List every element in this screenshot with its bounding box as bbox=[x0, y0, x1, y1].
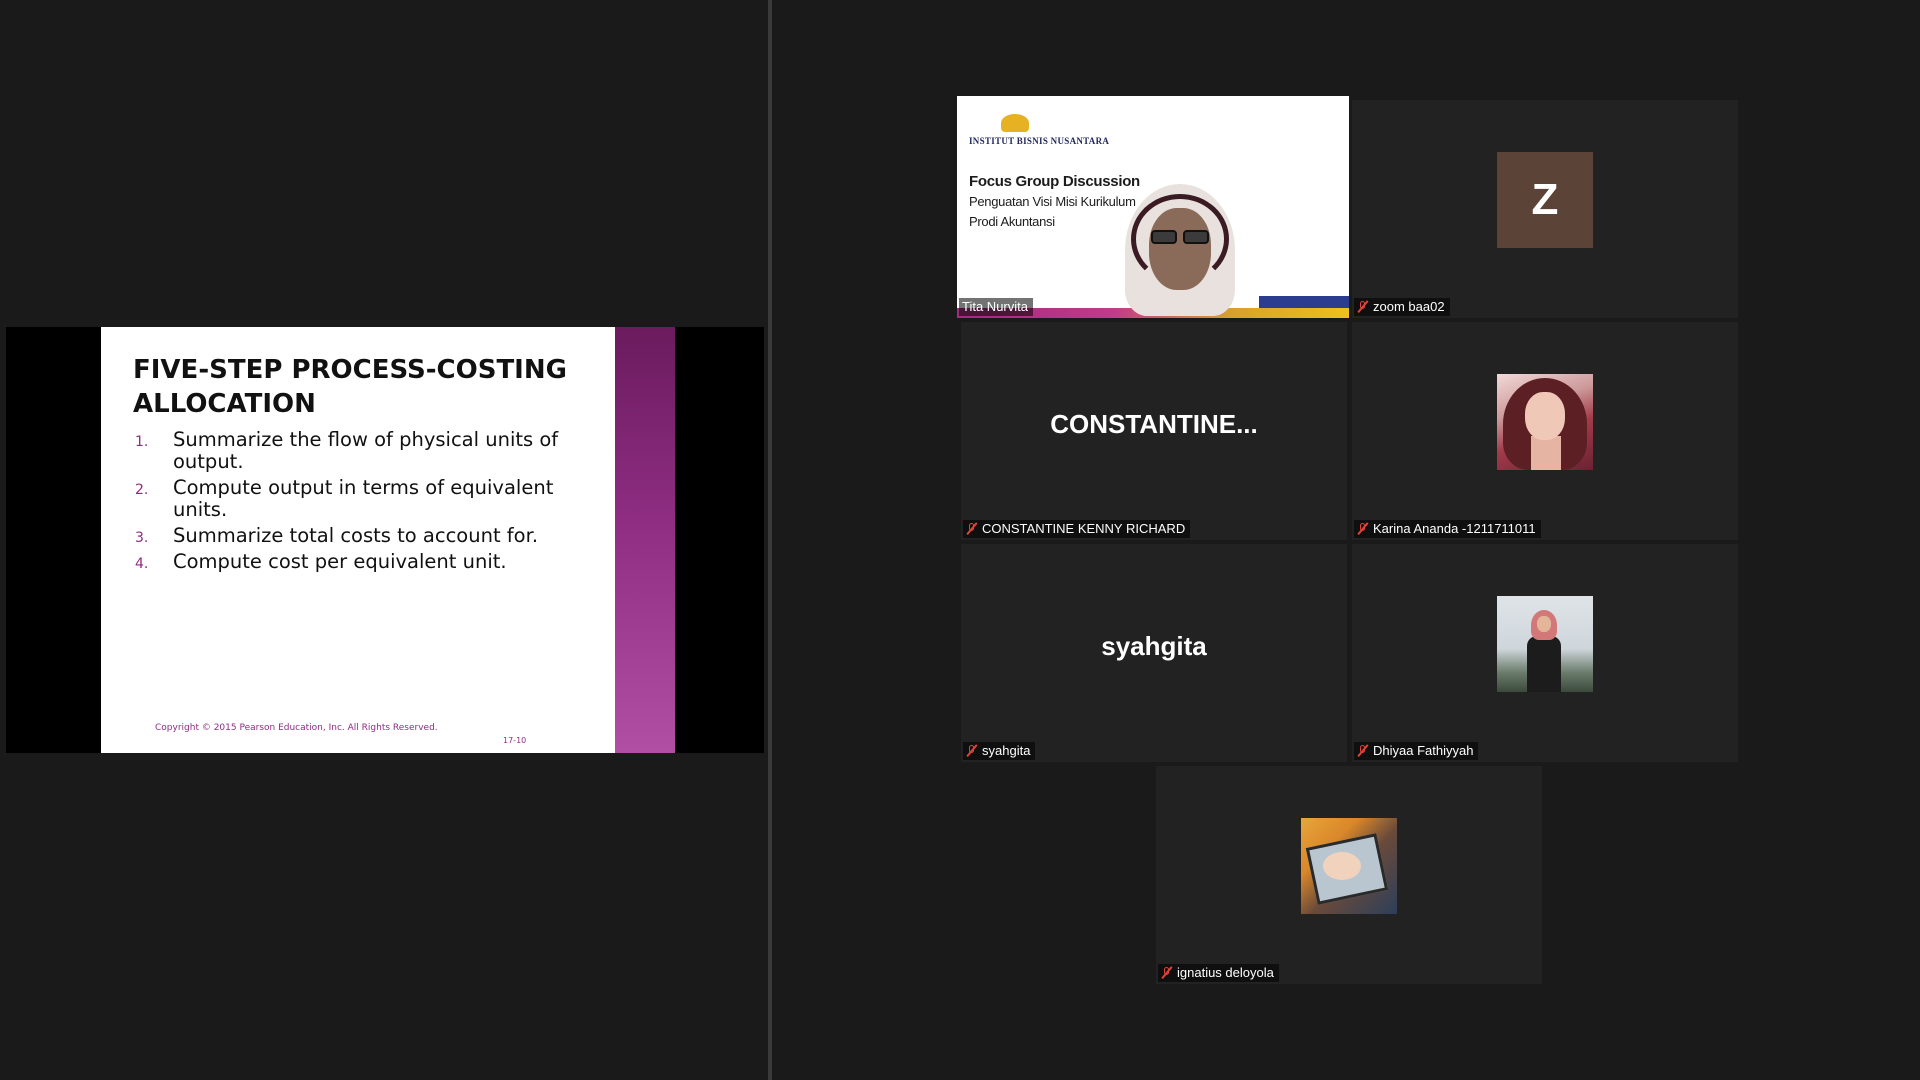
participant-name-tag: ignatius deloyola bbox=[1158, 964, 1279, 982]
slide-bullet-item: 4. Compute cost per equivalent unit. bbox=[133, 551, 563, 573]
participant-name: Dhiyaa Fathiyyah bbox=[1373, 743, 1474, 758]
participant-name: ignatius deloyola bbox=[1177, 965, 1274, 980]
participant-display-name: syahgita bbox=[1101, 631, 1207, 661]
screen-share-pane: FIVE-STEP PROCESS-COSTING ALLOCATION 1. … bbox=[0, 0, 768, 1080]
institution-logo bbox=[1001, 114, 1029, 132]
bullet-number: 2. bbox=[135, 482, 149, 498]
mic-muted-icon bbox=[966, 522, 978, 536]
bullet-text: Summarize total costs to account for. bbox=[173, 524, 539, 547]
mic-muted-icon bbox=[1357, 522, 1369, 536]
participant-tile-zoom[interactable]: Z zoom baa02 bbox=[1352, 100, 1738, 318]
avatar bbox=[1497, 374, 1593, 470]
participant-name-tag: Dhiyaa Fathiyyah bbox=[1354, 742, 1479, 760]
avatar bbox=[1497, 596, 1593, 692]
participant-tile-syahgita[interactable]: syahgita syahgita bbox=[961, 544, 1347, 762]
participant-name: Karina Ananda -1211711011 bbox=[1373, 521, 1536, 536]
slide-decorative-band bbox=[615, 327, 675, 753]
mic-muted-icon bbox=[966, 744, 978, 758]
bullet-number: 1. bbox=[135, 434, 149, 450]
participant-name-tag: syahgita bbox=[963, 742, 1036, 760]
participant-name-tag: Tita Nurvita bbox=[959, 298, 1033, 316]
bullet-text: Compute cost per equivalent unit. bbox=[173, 550, 507, 573]
participant-tile-tita[interactable]: INSTITUT BISNIS NUSANTARA Focus Group Di… bbox=[957, 96, 1349, 318]
participant-name: zoom baa02 bbox=[1373, 299, 1445, 314]
bullet-text: Summarize the flow of physical units of … bbox=[173, 428, 559, 473]
mic-muted-icon bbox=[1357, 300, 1369, 314]
participant-name-tag: zoom baa02 bbox=[1354, 298, 1450, 316]
video-institution-text: INSTITUT BISNIS NUSANTARA bbox=[969, 136, 1110, 146]
slide-bullet-item: 3. Summarize total costs to account for. bbox=[133, 525, 563, 547]
slide-bullet-item: 1. Summarize the flow of physical units … bbox=[133, 429, 563, 473]
participant-name: CONSTANTINE KENNY RICHARD bbox=[982, 521, 1186, 536]
video-subtitle-text: Penguatan Visi Misi Kurikulum bbox=[969, 194, 1136, 209]
slide-copyright: Copyright © 2015 Pearson Education, Inc.… bbox=[155, 723, 438, 733]
speaker-video-person bbox=[1125, 184, 1235, 316]
bullet-text: Compute output in terms of equivalent un… bbox=[173, 476, 554, 521]
bullet-number: 4. bbox=[135, 556, 149, 572]
participant-video: INSTITUT BISNIS NUSANTARA Focus Group Di… bbox=[957, 96, 1349, 318]
avatar bbox=[1301, 818, 1397, 914]
participant-name-tag: Karina Ananda -1211711011 bbox=[1354, 520, 1541, 538]
participant-tile-constantine[interactable]: CONSTANTINE... CONSTANTINE KENNY RICHARD bbox=[961, 322, 1347, 540]
slide-bullet-list: 1. Summarize the flow of physical units … bbox=[133, 429, 563, 577]
video-title-text: Focus Group Discussion bbox=[969, 173, 1140, 190]
shared-slide-frame: FIVE-STEP PROCESS-COSTING ALLOCATION 1. … bbox=[6, 327, 764, 753]
gallery-view: INSTITUT BISNIS NUSANTARA Focus Group Di… bbox=[772, 0, 1920, 1080]
slide-bullet-item: 2. Compute output in terms of equivalent… bbox=[133, 477, 563, 521]
mic-muted-icon bbox=[1357, 744, 1369, 758]
participant-tile-ignatius[interactable]: ignatius deloyola bbox=[1156, 766, 1542, 984]
participant-tile-dhiyaa[interactable]: Dhiyaa Fathiyyah bbox=[1352, 544, 1738, 762]
slide-title: FIVE-STEP PROCESS-COSTING ALLOCATION bbox=[133, 355, 567, 419]
video-decor-band bbox=[1259, 296, 1349, 308]
participant-name: Tita Nurvita bbox=[962, 299, 1028, 314]
video-program-text: Prodi Akuntansi bbox=[969, 214, 1055, 229]
participant-name-tag: CONSTANTINE KENNY RICHARD bbox=[963, 520, 1191, 538]
avatar: Z bbox=[1497, 152, 1593, 248]
slide-page-number: 17-10 bbox=[503, 736, 527, 745]
participant-tile-karina[interactable]: Karina Ananda -1211711011 bbox=[1352, 322, 1738, 540]
participant-display-name: CONSTANTINE... bbox=[1050, 409, 1258, 439]
shared-slide: FIVE-STEP PROCESS-COSTING ALLOCATION 1. … bbox=[101, 327, 675, 753]
bullet-number: 3. bbox=[135, 530, 149, 546]
mic-muted-icon bbox=[1161, 966, 1173, 980]
participant-name: syahgita bbox=[982, 743, 1031, 758]
